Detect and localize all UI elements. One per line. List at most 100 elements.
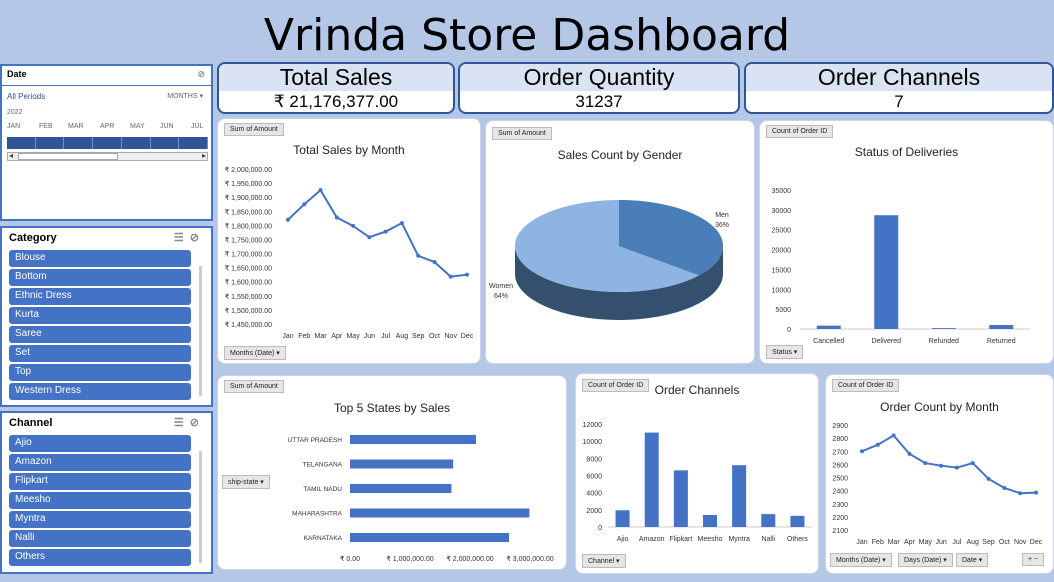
kpi-order-quantity: Order Quantity 31237	[458, 62, 740, 114]
x-tick-label: Nalli	[761, 536, 775, 543]
slicer-item-top[interactable]: Top	[9, 364, 191, 381]
x-tick-label: Aug	[396, 333, 409, 340]
x-tick-label: Jul	[381, 333, 390, 340]
axis-field-button[interactable]: Channel ▾	[582, 554, 626, 568]
y-tick-label: MAHARASHTRA	[292, 511, 343, 518]
month-label: MAR	[68, 123, 84, 130]
slicer-item-kurta[interactable]: Kurta	[9, 307, 191, 324]
channel-slicer-title: Channel	[9, 417, 53, 429]
slicer-item-set[interactable]: Set	[9, 345, 191, 362]
slice-label: Women	[489, 283, 513, 290]
x-tick-label: ₹ 1,000,000.00	[386, 555, 433, 563]
axis-field-button[interactable]: ship-state ▾	[222, 475, 270, 489]
y-tick-label: ₹ 1,450,000.00	[225, 321, 272, 329]
dashboard-title: Vrinda Store Dashboard	[263, 10, 791, 61]
slicer-item-saree[interactable]: Saree	[9, 326, 191, 343]
slicer-item-blouse[interactable]: Blouse	[9, 250, 191, 267]
y-tick-label: 2400	[832, 489, 848, 496]
bar	[615, 510, 630, 527]
timeline-bar[interactable]	[7, 135, 209, 149]
timeline-scrollbar[interactable]: ◂ ▸	[7, 151, 208, 161]
chart-svg: ₹ 2,000,000.00 ₹ 1,950,000.00 ₹ 1,900,000.…	[225, 166, 474, 340]
bar	[350, 508, 530, 518]
slicer-item-nalli[interactable]: Nalli	[9, 530, 191, 547]
sales-by-gender-chart: Sum of Amount Sales Count by Gender Men 36%…	[485, 120, 755, 364]
data-point	[399, 221, 404, 226]
kpi-value: 7	[894, 92, 904, 111]
year-label: 2022	[7, 109, 23, 116]
y-tick-label: 2800	[832, 436, 848, 443]
chart-svg: UTTAR PRADESH TELANGANA TAMIL NADU MAHARASH…	[288, 435, 554, 563]
x-tick-label: Amazon	[639, 536, 665, 543]
multi-select-icon[interactable]: ☰	[174, 417, 190, 429]
channel-slicer: Channel ☰⊘ Ajio Amazon Flipkart Meesho M…	[0, 411, 213, 574]
data-point	[1018, 491, 1023, 496]
data-point	[465, 272, 469, 277]
scroll-right-icon[interactable]: ▸	[202, 151, 206, 160]
data-point	[875, 442, 880, 447]
slicer-item-western-dress[interactable]: Western Dress	[9, 383, 191, 400]
data-point	[860, 449, 864, 454]
scroll-left-icon[interactable]: ◂	[9, 151, 13, 160]
chevron-down-icon: ▾	[199, 93, 203, 100]
all-periods-label: All Periods	[7, 92, 46, 101]
series-line	[287, 188, 468, 278]
data-point	[302, 202, 307, 207]
scroll-thumb[interactable]	[18, 153, 118, 160]
data-point	[286, 217, 290, 222]
x-tick-label: ₹ 3,000,000.00	[506, 555, 553, 563]
date-slicer-header: Date ⊘	[2, 66, 211, 86]
clear-filter-icon[interactable]: ⊘	[197, 69, 205, 80]
y-tick-label: 8000	[586, 456, 602, 463]
kpi-order-channels: Order Channels 7	[744, 62, 1054, 114]
slicer-scrollbar[interactable]	[199, 266, 202, 396]
x-tick-label: Jun	[935, 539, 946, 546]
slicer-item-ethnic-dress[interactable]: Ethnic Dress	[9, 288, 191, 305]
data-point	[1002, 486, 1007, 490]
slicer-item-flipkart[interactable]: Flipkart	[9, 473, 191, 490]
clear-filter-icon[interactable]: ⊘	[190, 417, 205, 429]
axis-field-button[interactable]: Status ▾	[766, 345, 804, 359]
axis-field-button[interactable]: Date ▾	[956, 553, 989, 567]
x-tick-label: Feb	[872, 539, 884, 546]
x-tick-label: Others	[787, 536, 809, 543]
x-tick-label: Flipkart	[669, 536, 692, 543]
top-states-chart: Sum of Amount Top 5 States by Sales UTTAR …	[217, 375, 567, 570]
y-tick-label: 5000	[775, 307, 791, 314]
x-tick-label: Nov	[1014, 539, 1027, 546]
x-tick-label: Mar	[888, 539, 901, 546]
axis-field-button[interactable]: Months (Date) ▾	[830, 553, 892, 567]
category-slicer-title: Category	[9, 232, 57, 244]
slicer-item-myntra[interactable]: Myntra	[9, 511, 191, 528]
y-tick-label: ₹ 1,700,000.00	[225, 251, 272, 259]
axis-field-button[interactable]: Months (Date) ▾	[224, 346, 286, 360]
sales-by-month-chart: Sum of Amount Total Sales by Month ₹ 2,000…	[217, 118, 481, 364]
x-tick-label: Dec	[461, 333, 474, 340]
granularity-dropdown[interactable]: MONTHS ▾	[167, 92, 203, 100]
delivery-status-chart: Count of Order ID Status of Deliveries 350…	[759, 120, 1054, 364]
slicer-item-others[interactable]: Others	[9, 549, 191, 566]
date-timeline-slicer[interactable]: Date ⊘ All Periods MONTHS ▾ 2022 JAN FEB…	[0, 64, 213, 221]
bar	[350, 533, 509, 542]
slicer-item-meesho[interactable]: Meesho	[9, 492, 191, 509]
data-point	[367, 235, 372, 240]
y-tick-label: 6000	[586, 474, 602, 481]
axis-field-button[interactable]: Days (Date) ▾	[898, 553, 953, 567]
bar	[790, 515, 805, 527]
y-tick-label: KARNATAKA	[304, 535, 343, 542]
multi-select-icon[interactable]: ☰	[174, 232, 190, 244]
data-point	[448, 274, 453, 279]
clear-filter-icon[interactable]: ⊘	[190, 232, 205, 244]
x-tick-label: Apr	[331, 333, 343, 340]
slicer-item-bottom[interactable]: Bottom	[9, 269, 191, 286]
bar	[673, 470, 688, 527]
slicer-scrollbar[interactable]	[199, 451, 202, 563]
y-tick-label: ₹ 1,750,000.00	[225, 236, 272, 244]
expand-collapse-button[interactable]: + −	[1022, 553, 1045, 566]
granularity-label: MONTHS	[167, 93, 198, 100]
slicer-item-amazon[interactable]: Amazon	[9, 454, 191, 471]
order-channels-chart: Count of Order ID Order Channels 12000 1000…	[575, 373, 819, 574]
y-tick-label: 2200	[832, 515, 848, 522]
kpi-label: Total Sales	[219, 64, 453, 91]
slicer-item-ajio[interactable]: Ajio	[9, 435, 191, 452]
